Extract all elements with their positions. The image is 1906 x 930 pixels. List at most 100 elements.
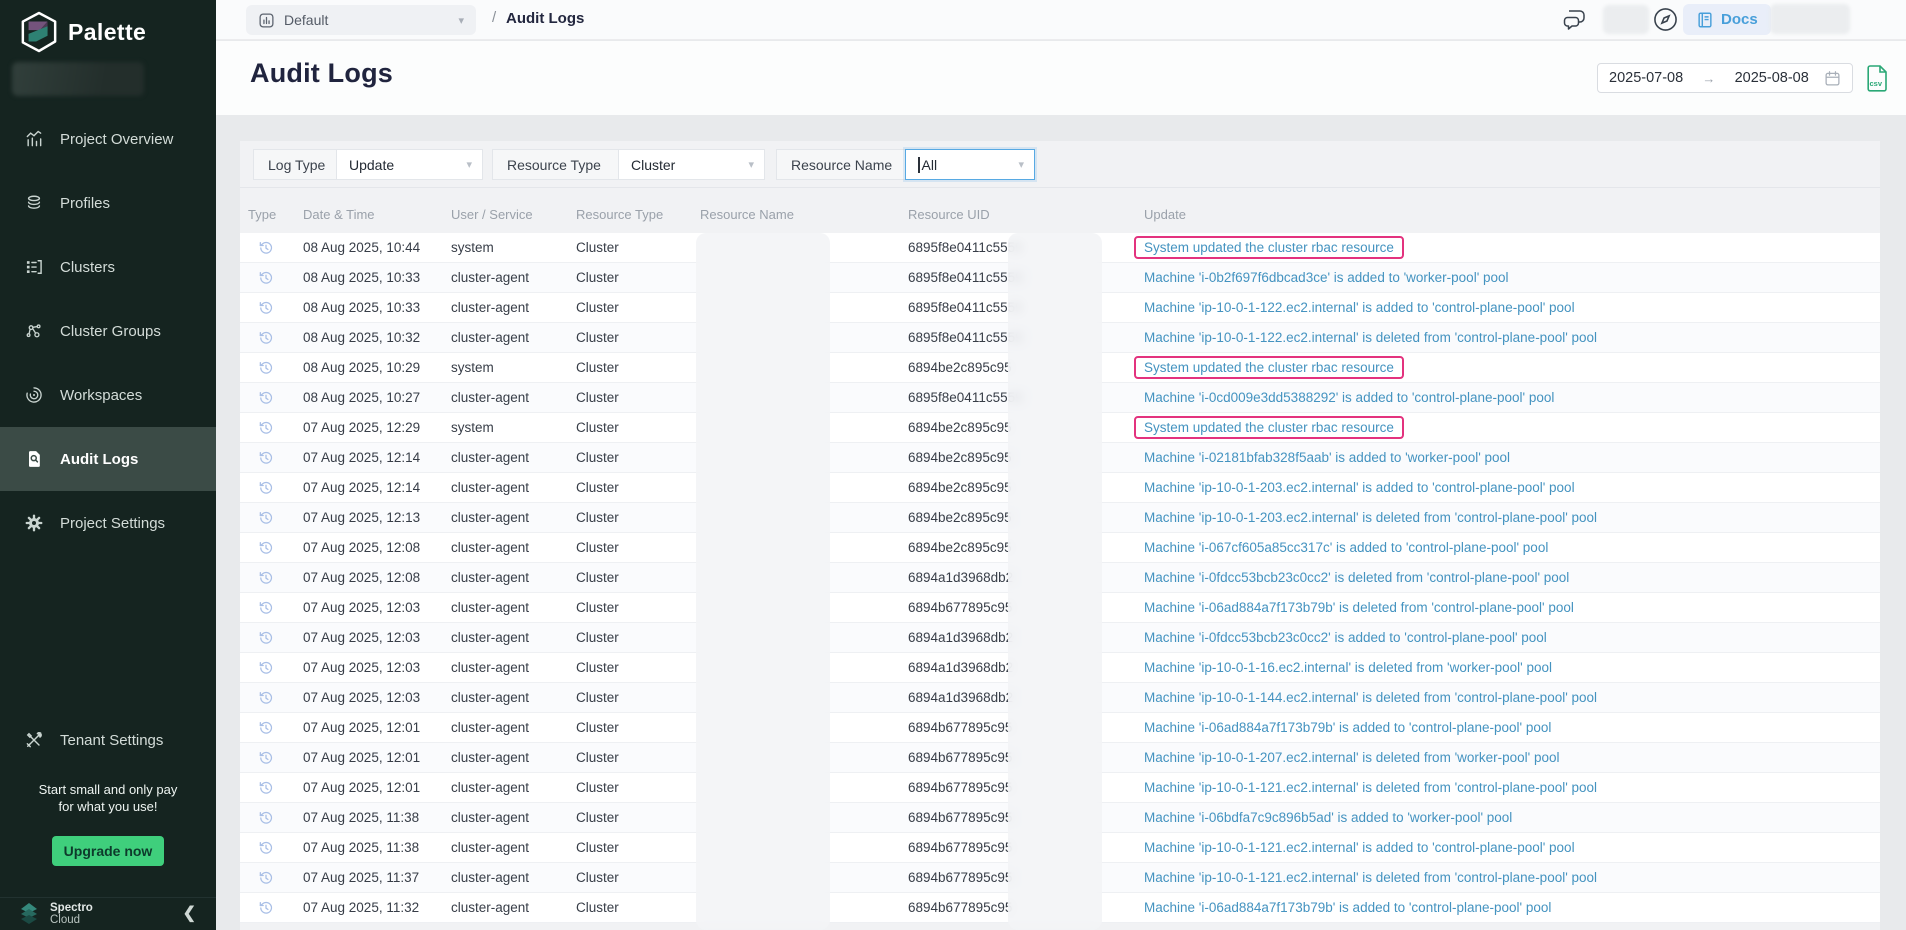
sidebar-item-label: Clusters	[60, 259, 115, 276]
sidebar-item-audit-logs[interactable]: Audit Logs	[0, 427, 216, 491]
docs-button[interactable]: Docs	[1683, 4, 1771, 35]
cell-update[interactable]: Machine 'i-06bdfa7c9c896b5ad' is added t…	[1144, 803, 1512, 832]
layers-icon	[24, 193, 44, 213]
cell-update[interactable]: Machine 'i-06ad884a7f173b79b' is deleted…	[1144, 593, 1574, 622]
cell-datetime: 07 Aug 2025, 11:38	[303, 803, 419, 832]
cloud-label: Cloud	[50, 914, 80, 926]
sidebar-item-project-settings[interactable]: Project Settings	[0, 491, 216, 555]
cell-resource-type: Cluster	[576, 443, 619, 472]
column-header-update: Update	[1144, 207, 1186, 222]
cell-update[interactable]: Machine 'i-0cd009e3dd5388292' is added t…	[1144, 383, 1554, 412]
network-icon	[24, 321, 44, 341]
sidebar-item-clusters[interactable]: Clusters	[0, 235, 216, 299]
cell-resource-type: Cluster	[576, 473, 619, 502]
cell-update[interactable]: Machine 'i-067cf605a85cc317c' is added t…	[1144, 533, 1548, 562]
log-type-value: Update	[349, 157, 394, 173]
filter-resource-type: Resource Type Cluster ▾	[492, 149, 765, 180]
cell-user-service: cluster-agent	[451, 773, 529, 802]
chat-icon[interactable]	[1563, 8, 1591, 32]
audit-table-card: Log Type Update ▾ Resource Type Cluster …	[240, 141, 1880, 930]
cell-resource-type: Cluster	[576, 803, 619, 832]
date-range-picker[interactable]: 2025-07-08 → 2025-08-08	[1597, 63, 1853, 93]
sidebar-item-label: Profiles	[60, 195, 110, 212]
arrow-right-icon: →	[1702, 71, 1715, 86]
cell-update[interactable]: Machine 'ip-10-0-1-16.ec2.internal' is d…	[1144, 653, 1552, 682]
cell-update[interactable]: Machine 'i-06ad884a7f173b79b' is added t…	[1144, 713, 1551, 742]
cell-update[interactable]: Machine 'ip-10-0-1-122.ec2.internal' is …	[1144, 293, 1575, 322]
cell-update[interactable]: Machine 'i-0fdcc53bcb23c0cc2' is added t…	[1144, 623, 1547, 652]
history-icon	[258, 323, 274, 352]
sidebar-item-cluster-groups[interactable]: Cluster Groups	[0, 299, 216, 363]
cell-update[interactable]: Machine 'i-0fdcc53bcb23c0cc2' is deleted…	[1144, 563, 1569, 592]
log-type-select[interactable]: Update ▾	[336, 149, 483, 180]
cell-user-service: cluster-agent	[451, 623, 529, 652]
resource-name-select[interactable]: All ▾	[905, 149, 1035, 180]
cell-datetime: 07 Aug 2025, 12:03	[303, 683, 420, 712]
cell-update[interactable]: System updated the cluster rbac resource	[1144, 413, 1404, 442]
cell-user-service: cluster-agent	[451, 443, 529, 472]
project-selector[interactable]: Default ▾	[246, 5, 476, 35]
cell-datetime: 07 Aug 2025, 12:01	[303, 773, 420, 802]
history-icon	[258, 863, 274, 892]
cell-resource-type: Cluster	[576, 743, 619, 772]
cell-resource-uid: 6894a1d3968db2	[908, 623, 1013, 652]
sidebar-item-project-overview[interactable]: Project Overview	[0, 107, 216, 171]
history-icon	[258, 713, 274, 742]
cell-datetime: 07 Aug 2025, 12:14	[303, 443, 420, 472]
cell-resource-type: Cluster	[576, 263, 619, 292]
project-scope-icon	[258, 12, 275, 29]
highlighted-update-box: System updated the cluster rbac resource	[1134, 356, 1404, 379]
cell-update[interactable]: System updated the cluster rbac resource	[1144, 233, 1404, 262]
history-icon	[258, 833, 274, 862]
cell-update[interactable]: Machine 'i-06ad884a7f173b79b' is added t…	[1144, 893, 1551, 922]
compass-icon[interactable]	[1652, 6, 1679, 33]
sidebar-item-label: Project Settings	[60, 515, 165, 532]
history-icon	[258, 533, 274, 562]
date-from: 2025-07-08	[1609, 70, 1683, 86]
cell-user-service: cluster-agent	[451, 263, 529, 292]
cell-datetime: 08 Aug 2025, 10:33	[303, 293, 420, 322]
content-area: Log Type Update ▾ Resource Type Cluster …	[216, 115, 1906, 930]
cell-update[interactable]: Machine 'ip-10-0-1-203.ec2.internal' is …	[1144, 473, 1575, 502]
cell-resource-type: Cluster	[576, 683, 619, 712]
cell-resource-uid: 6894be2c895c95	[908, 503, 1012, 532]
highlighted-update-box: System updated the cluster rbac resource	[1134, 236, 1404, 259]
cell-update[interactable]: Machine 'ip-10-0-1-207.ec2.internal' is …	[1144, 743, 1560, 772]
date-to: 2025-08-08	[1735, 70, 1809, 86]
cell-update[interactable]: System updated the cluster rbac resource	[1144, 353, 1404, 382]
cell-datetime: 08 Aug 2025, 10:27	[303, 383, 420, 412]
cell-user-service: cluster-agent	[451, 593, 529, 622]
cell-update[interactable]: Machine 'ip-10-0-1-144.ec2.internal' is …	[1144, 683, 1597, 712]
cell-update[interactable]: Machine 'ip-10-0-1-122.ec2.internal' is …	[1144, 323, 1597, 352]
cell-resource-uid: 6894be2c895c95	[908, 443, 1012, 472]
sidebar-item-label: Audit Logs	[60, 451, 138, 468]
cell-resource-uid: 6894b677895c95	[908, 743, 1012, 772]
cell-update[interactable]: Machine 'i-0b2f697f6dbcad3ce' is added t…	[1144, 263, 1509, 292]
cell-update[interactable]: Machine 'ip-10-0-1-121.ec2.internal' is …	[1144, 773, 1597, 802]
breadcrumb-current: Audit Logs	[506, 10, 584, 27]
history-icon	[258, 653, 274, 682]
cell-datetime: 07 Aug 2025, 12:13	[303, 503, 420, 532]
cell-update[interactable]: Machine 'ip-10-0-1-121.ec2.internal' is …	[1144, 833, 1575, 862]
cell-resource-type: Cluster	[576, 713, 619, 742]
cell-resource-uid: 6894a1d3968db2	[908, 563, 1013, 592]
page-title: Audit Logs	[250, 58, 393, 89]
sidebar-nav: Project Overview Profiles Cluste	[0, 107, 216, 555]
sidebar-item-tenant-settings[interactable]: Tenant Settings	[0, 708, 216, 772]
sidebar-item-profiles[interactable]: Profiles	[0, 171, 216, 235]
cell-datetime: 08 Aug 2025, 10:29	[303, 353, 420, 382]
resource-type-select[interactable]: Cluster ▾	[618, 149, 765, 180]
cell-resource-type: Cluster	[576, 653, 619, 682]
cell-user-service: cluster-agent	[451, 803, 529, 832]
upgrade-now-button[interactable]: Upgrade now	[52, 836, 164, 866]
cell-update[interactable]: Machine 'i-02181bfab328f5aab' is added t…	[1144, 443, 1510, 472]
export-csv-button[interactable]: csv	[1864, 64, 1890, 92]
cell-datetime: 07 Aug 2025, 11:32	[303, 893, 419, 922]
cell-datetime: 08 Aug 2025, 10:32	[303, 323, 420, 352]
log-type-label: Log Type	[253, 149, 336, 180]
sidebar-collapse-chevron[interactable]: ❮	[183, 903, 196, 923]
cell-resource-uid: 6894b677895c95	[908, 773, 1012, 802]
cell-update[interactable]: Machine 'ip-10-0-1-203.ec2.internal' is …	[1144, 503, 1597, 532]
sidebar-item-workspaces[interactable]: Workspaces	[0, 363, 216, 427]
cell-update[interactable]: Machine 'ip-10-0-1-121.ec2.internal' is …	[1144, 863, 1597, 892]
